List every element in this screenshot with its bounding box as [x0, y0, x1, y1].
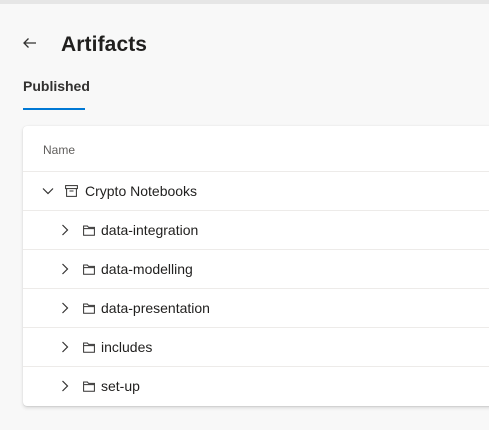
back-button[interactable]	[22, 30, 48, 60]
top-divider	[0, 0, 489, 4]
tree-row-root[interactable]: Crypto Notebooks	[23, 171, 489, 211]
chevron-right-icon[interactable]	[58, 379, 72, 393]
chevron-right-icon[interactable]	[58, 301, 72, 315]
chevron-right-icon[interactable]	[58, 223, 72, 237]
tree-row-data-presentation[interactable]: data-presentation	[23, 288, 489, 328]
tree-row-label: data-integration	[101, 222, 199, 238]
folder-icon	[82, 263, 95, 275]
repository-icon	[65, 185, 78, 197]
chevron-right-icon[interactable]	[58, 262, 72, 276]
tab-published[interactable]: Published	[23, 78, 90, 94]
tab-selected-indicator	[23, 108, 85, 110]
tree-row-label: data-modelling	[101, 261, 193, 277]
chevron-down-icon[interactable]	[41, 184, 55, 198]
chevron-right-icon[interactable]	[58, 340, 72, 354]
folder-icon	[82, 341, 95, 353]
folder-icon	[82, 380, 95, 392]
tree-row-data-integration[interactable]: data-integration	[23, 210, 489, 250]
folder-icon	[82, 224, 95, 236]
tree-row-data-modelling[interactable]: data-modelling	[23, 249, 489, 289]
folder-icon	[82, 302, 95, 314]
arrow-left-icon	[22, 36, 37, 54]
tree-row-set-up[interactable]: set-up	[23, 366, 489, 406]
page-title: Artifacts	[61, 33, 148, 56]
tree-row-label: data-presentation	[101, 300, 210, 316]
page-header: Artifacts	[22, 30, 147, 60]
tree-row-label: set-up	[101, 378, 140, 394]
tree-row-label: includes	[101, 339, 153, 355]
tree-row-includes[interactable]: includes	[23, 327, 489, 367]
artifacts-table: Name Crypto Notebooks data-integration d…	[23, 126, 489, 406]
column-header-name[interactable]: Name	[43, 143, 75, 157]
tree-row-label: Crypto Notebooks	[85, 183, 198, 199]
